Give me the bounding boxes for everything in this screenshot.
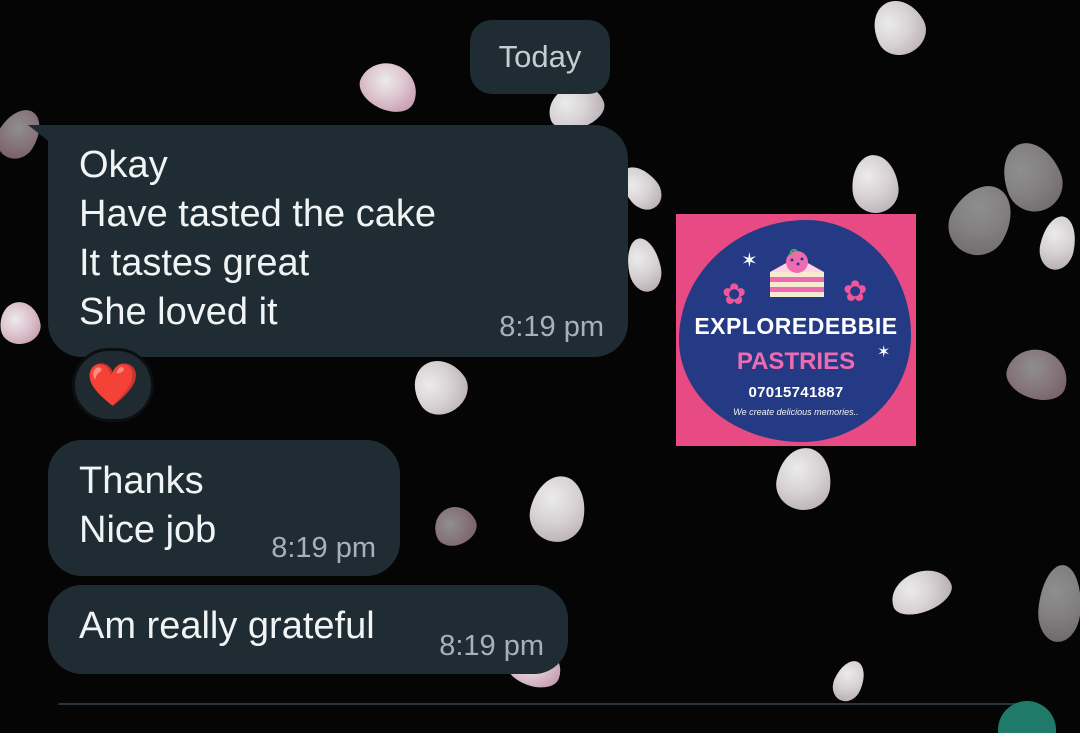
message-text-line: Okay bbox=[79, 144, 168, 186]
wallpaper-petal bbox=[772, 444, 836, 514]
wallpaper-petal bbox=[622, 235, 666, 295]
brand-phone-number: 07015741887 bbox=[748, 384, 844, 401]
wallpaper-petal bbox=[352, 53, 426, 121]
wallpaper-petal bbox=[827, 656, 871, 705]
brand-slogan: We create delicious memories.. bbox=[733, 407, 859, 417]
message-timestamp: 8:19 pm bbox=[439, 630, 544, 662]
date-separator: Today bbox=[470, 20, 610, 94]
floating-action-button-edge[interactable] bbox=[998, 701, 1056, 733]
pastry-brand-badge: ✶ ✶ ✿ ✿ EXPLOREDEBBIE PASTRIES 070157418… bbox=[676, 214, 916, 446]
date-label: Today bbox=[498, 39, 582, 74]
wallpaper-petal bbox=[0, 298, 44, 348]
message-reaction[interactable]: ❤️ bbox=[72, 348, 154, 422]
message-timestamp: 8:19 pm bbox=[499, 311, 604, 343]
brand-name-line-2: PASTRIES bbox=[736, 348, 856, 375]
heart-reaction-icon: ❤️ bbox=[86, 360, 140, 409]
message-text-line: Thanks bbox=[79, 460, 204, 502]
sparkle-icon: ✶ bbox=[741, 248, 758, 272]
wallpaper-petal bbox=[1035, 563, 1080, 644]
wallpaper-petal bbox=[1000, 341, 1075, 408]
wallpaper-petal bbox=[428, 500, 482, 552]
wallpaper-petal bbox=[864, 0, 934, 64]
wallpaper-petal bbox=[403, 349, 477, 425]
wallpaper-petal bbox=[849, 152, 901, 216]
cake-slice-icon bbox=[770, 249, 824, 297]
incoming-message-bubble[interactable]: Thanks Nice job 8:19 pm bbox=[48, 440, 400, 576]
incoming-message-bubble[interactable]: Okay Have tasted the cake It tastes grea… bbox=[48, 125, 628, 357]
wallpaper-petal bbox=[884, 561, 958, 623]
flower-icon: ✿ bbox=[843, 274, 868, 308]
wallpaper-petal bbox=[524, 471, 592, 547]
wallpaper-petal bbox=[1035, 213, 1080, 273]
message-text-line: It tastes great bbox=[79, 242, 310, 284]
incoming-message-bubble[interactable]: Am really grateful 8:19 pm bbox=[48, 585, 568, 674]
flower-icon: ✿ bbox=[722, 277, 747, 311]
message-timestamp: 8:19 pm bbox=[271, 532, 376, 564]
brand-name-line-1: EXPLOREDEBBIE bbox=[694, 313, 898, 339]
message-text-line: Have tasted the cake bbox=[79, 193, 436, 235]
